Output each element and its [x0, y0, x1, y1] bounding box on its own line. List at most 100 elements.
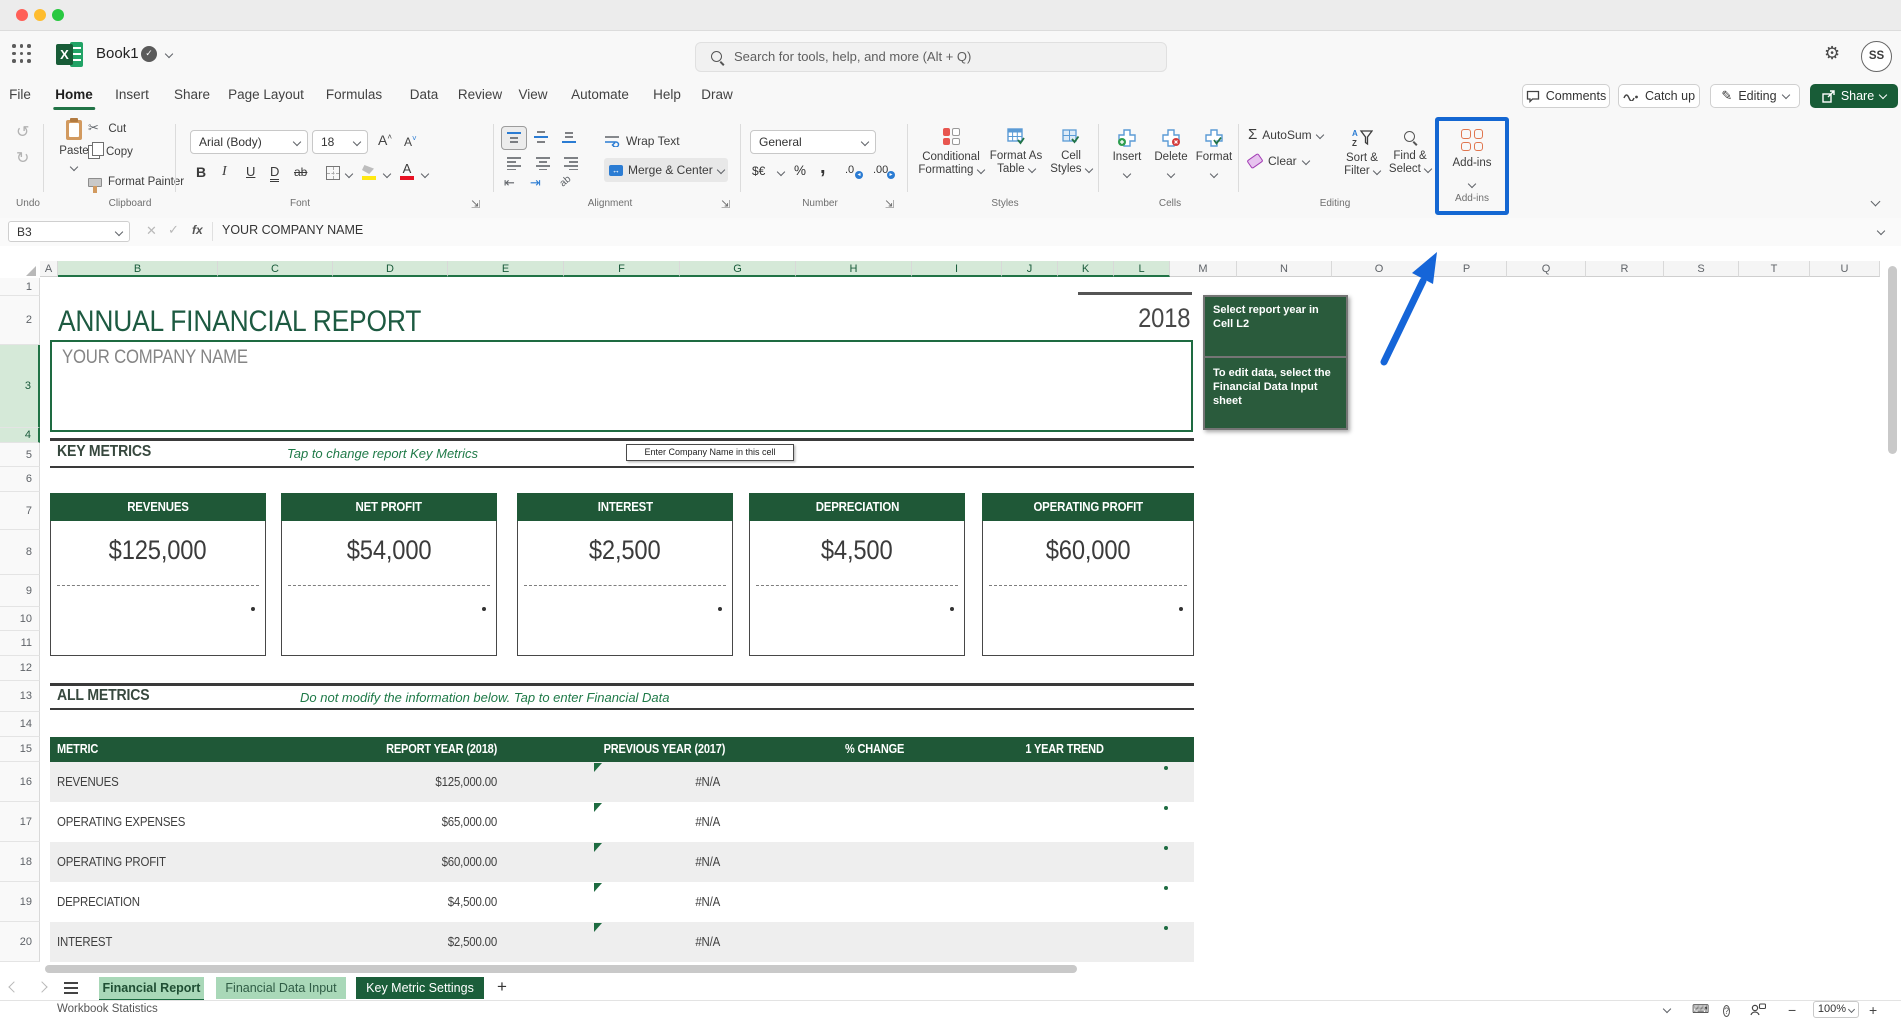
row-header-10[interactable]: 10 [0, 607, 40, 631]
text-orientation-icon[interactable]: ab [558, 174, 574, 190]
top-align-button-selected[interactable] [501, 126, 527, 150]
row-header-19[interactable]: 19 [0, 882, 40, 922]
row-header-2[interactable]: 2 [0, 296, 40, 345]
table-row-revenues[interactable]: REVENUES$125,000.00#N/A [50, 762, 1194, 802]
insert-cells-button[interactable]: Insert [1106, 128, 1148, 182]
borders-button[interactable] [326, 166, 340, 185]
ribbon-tab-draw[interactable]: Draw [699, 78, 735, 111]
row-header-15[interactable]: 15 [0, 737, 40, 762]
align-center-button[interactable] [535, 156, 551, 170]
ribbon-tab-formulas[interactable]: Formulas [324, 78, 384, 111]
metric-card-depreciation[interactable]: DEPRECIATION$4,500 [749, 493, 965, 656]
borders-chevron-icon[interactable] [345, 170, 353, 178]
increase-decimal-button[interactable]: .00▸ [873, 164, 888, 176]
column-header-N[interactable]: N [1237, 261, 1332, 277]
select-all-corner[interactable] [26, 266, 36, 276]
increase-indent-icon[interactable]: ⇥ [530, 176, 541, 191]
formula-bar-value[interactable]: YOUR COMPANY NAME [222, 223, 363, 237]
column-header-U[interactable]: U [1810, 261, 1880, 277]
horizontal-scrollbar-thumb[interactable] [45, 965, 1077, 973]
merge-center-button[interactable]: ↔ Merge & Center [604, 158, 728, 182]
ribbon-tab-review[interactable]: Review [456, 78, 504, 111]
share-button[interactable]: Share [1810, 84, 1898, 108]
table-row-operating-expenses[interactable]: OPERATING EXPENSES$65,000.00#N/A [50, 802, 1194, 842]
row-header-18[interactable]: 18 [0, 842, 40, 882]
column-header-T[interactable]: T [1739, 261, 1810, 277]
row-header-8[interactable]: 8 [0, 530, 40, 575]
keyboard-shortcuts-icon[interactable]: ⌨ [1692, 1002, 1709, 1016]
next-sheet-chevron-icon[interactable] [36, 981, 47, 992]
alignment-dialog-launcher-icon[interactable]: ⇲ [721, 198, 730, 211]
collapse-ribbon-chevron-icon[interactable] [1871, 197, 1881, 207]
decrease-decimal-button[interactable]: .0◂ [845, 164, 854, 176]
row-header-7[interactable]: 7 [0, 492, 40, 530]
row-header-16[interactable]: 16 [0, 762, 40, 802]
fill-color-chevron-icon[interactable] [383, 170, 391, 178]
column-header-J[interactable]: J [1002, 261, 1058, 277]
column-header-D[interactable]: D [333, 261, 448, 277]
close-window-button[interactable] [16, 9, 28, 21]
row-header-17[interactable]: 17 [0, 802, 40, 842]
column-header-B[interactable]: B [58, 261, 218, 277]
column-header-E[interactable]: E [448, 261, 564, 277]
bottom-align-button[interactable] [561, 130, 577, 144]
zoom-level-select[interactable]: 100% [1813, 1001, 1859, 1018]
zoom-window-button[interactable] [52, 9, 64, 21]
middle-align-button[interactable] [533, 130, 549, 144]
help-icon[interactable]: ? [1723, 1003, 1730, 1018]
name-box[interactable]: B3 [8, 221, 130, 242]
undo-icon[interactable]: ↺ [16, 122, 29, 141]
underline-button[interactable]: U [246, 164, 255, 179]
all-sheets-menu-icon[interactable] [64, 982, 78, 994]
column-header-R[interactable]: R [1586, 261, 1664, 277]
metric-card-operating-profit[interactable]: OPERATING PROFIT$60,000 [982, 493, 1194, 656]
column-header-F[interactable]: F [564, 261, 680, 277]
column-header-K[interactable]: K [1058, 261, 1114, 277]
conditional-formatting-button[interactable]: Conditional Formatting [915, 128, 987, 176]
table-row-depreciation[interactable]: DEPRECIATION$4,500.00#N/A [50, 882, 1194, 922]
row-header-6[interactable]: 6 [0, 467, 40, 492]
vertical-scrollbar-thumb[interactable] [1888, 266, 1897, 454]
increase-font-icon[interactable]: A˄ [378, 132, 392, 148]
account-avatar[interactable]: SS [1861, 41, 1892, 72]
sort-filter-button[interactable]: AZ Sort & Filter [1338, 128, 1386, 177]
redo-icon[interactable]: ↻ [16, 148, 29, 167]
document-title-chevron-icon[interactable] [165, 50, 173, 58]
editing-mode-button[interactable]: ✎ Editing [1710, 84, 1800, 108]
font-family-select[interactable]: Arial (Body) [190, 130, 308, 154]
column-header-A[interactable]: A [40, 261, 58, 277]
zoom-in-button[interactable]: + [1869, 1002, 1877, 1018]
sheet-tab-key-metric-settings[interactable]: Key Metric Settings [356, 977, 484, 999]
delete-cells-button[interactable]: Delete [1150, 128, 1192, 182]
zoom-out-button[interactable]: − [1788, 1002, 1796, 1018]
font-dialog-launcher-icon[interactable]: ⇲ [471, 198, 480, 211]
row-header-20[interactable]: 20 [0, 922, 40, 962]
feedback-icon[interactable] [1750, 1003, 1766, 1016]
column-header-M[interactable]: M [1170, 261, 1237, 277]
row-header-1[interactable]: 1 [0, 278, 40, 296]
ribbon-tab-automate[interactable]: Automate [569, 78, 631, 111]
ribbon-tab-help[interactable]: Help [651, 78, 683, 111]
font-color-chevron-icon[interactable] [421, 170, 429, 178]
ribbon-tab-page-layout[interactable]: Page Layout [226, 78, 306, 111]
double-underline-button[interactable]: D [270, 164, 279, 182]
addins-button[interactable]: Add-ins [1439, 157, 1505, 169]
column-header-Q[interactable]: Q [1507, 261, 1586, 277]
search-input[interactable]: Search for tools, help, and more (Alt + … [695, 42, 1167, 72]
add-sheet-button[interactable]: + [497, 977, 507, 997]
decrease-indent-icon[interactable]: ⇤ [504, 176, 515, 191]
ribbon-tab-view[interactable]: View [516, 78, 549, 111]
metric-card-revenues[interactable]: REVENUES$125,000 [50, 493, 266, 656]
column-header-C[interactable]: C [218, 261, 333, 277]
wrap-text-button[interactable]: Wrap Text [604, 134, 680, 148]
ribbon-tab-insert[interactable]: Insert [113, 78, 151, 111]
insert-function-icon[interactable]: fx [192, 223, 203, 237]
row-header-9[interactable]: 9 [0, 575, 40, 607]
company-name-cell[interactable]: YOUR COMPANY NAME [50, 340, 1193, 432]
ribbon-tab-data[interactable]: Data [408, 78, 441, 111]
ribbon-tab-home[interactable]: Home [53, 78, 95, 111]
row-header-13[interactable]: 13 [0, 681, 40, 712]
strikethrough-button[interactable]: ab [294, 165, 307, 179]
find-select-button[interactable]: Find & Select [1386, 128, 1434, 175]
expand-formula-bar-chevron-icon[interactable] [1877, 227, 1885, 235]
